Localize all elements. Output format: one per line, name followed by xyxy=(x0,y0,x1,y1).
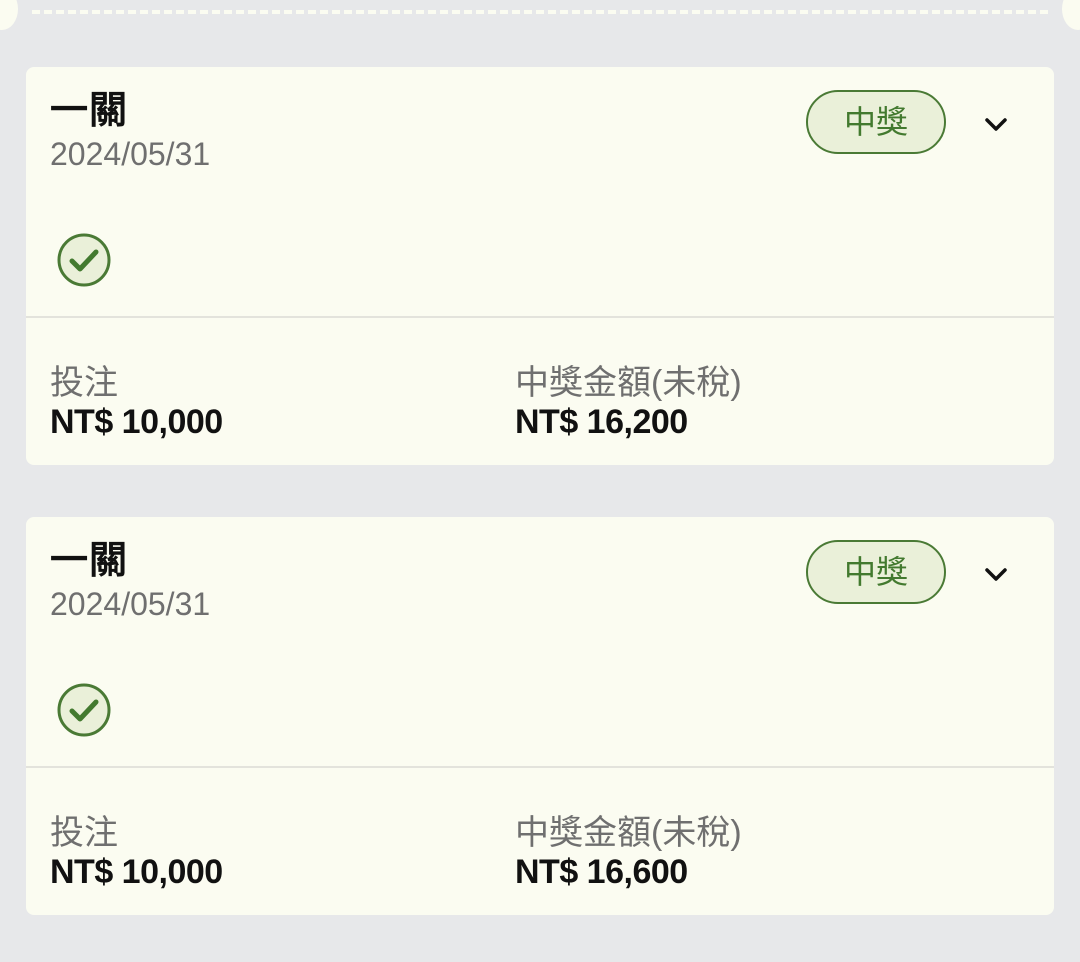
stake-amount: NT$ 10,000 xyxy=(50,403,223,441)
stake-amount: NT$ 10,000 xyxy=(50,853,223,891)
bet-card[interactable]: 一關 2024/05/31 中獎 投注 NT$ 10,000 中獎金額(未稅) … xyxy=(26,517,1054,915)
ticket-perforation xyxy=(32,10,1048,14)
chevron-down-icon xyxy=(985,568,1007,581)
ticket-body xyxy=(0,0,1080,30)
chevron-down-icon xyxy=(985,118,1007,131)
bet-type-title: 一關 xyxy=(50,540,129,582)
bet-date: 2024/05/31 xyxy=(50,586,211,622)
card-divider xyxy=(26,766,1054,768)
bet-type-title: 一關 xyxy=(50,90,129,132)
payout-amount: NT$ 16,200 xyxy=(515,403,688,441)
expand-button[interactable] xyxy=(976,105,1016,145)
payout-label: 中獎金額(未稅) xyxy=(515,814,742,852)
stake-label: 投注 xyxy=(50,364,118,402)
previous-ticket-edge xyxy=(0,0,1080,30)
status-badge: 中獎 xyxy=(806,90,946,154)
check-circle-icon xyxy=(57,683,111,737)
payout-label: 中獎金額(未稅) xyxy=(515,364,742,402)
bet-card[interactable]: 一關 2024/05/31 中獎 投注 NT$ 10,000 中獎金額(未稅) … xyxy=(26,67,1054,465)
payout-amount: NT$ 16,600 xyxy=(515,853,688,891)
card-divider xyxy=(26,316,1054,318)
check-circle-icon xyxy=(57,233,111,287)
expand-button[interactable] xyxy=(976,555,1016,595)
stake-label: 投注 xyxy=(50,814,118,852)
status-badge: 中獎 xyxy=(806,540,946,604)
bet-date: 2024/05/31 xyxy=(50,136,211,172)
